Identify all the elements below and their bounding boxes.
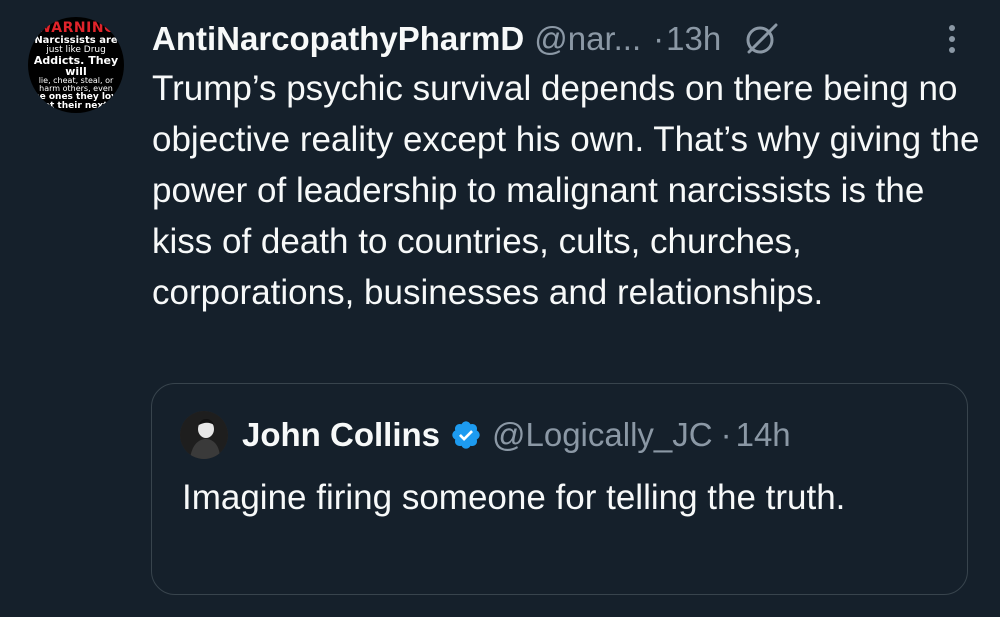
tweet-timestamp[interactable]: 13h bbox=[666, 20, 721, 58]
more-options-icon[interactable] bbox=[934, 20, 970, 58]
separator-dot: · bbox=[720, 416, 732, 453]
avatar-text-line: Addicts. They will bbox=[33, 54, 119, 78]
person-silhouette-icon bbox=[180, 411, 228, 459]
verified-badge-icon bbox=[452, 421, 480, 449]
author-display-name[interactable]: AntiNarcopathyPharmD bbox=[152, 20, 524, 58]
author-avatar[interactable]: WARNING Narcissists are just like Drug A… bbox=[28, 17, 124, 113]
grok-icon[interactable] bbox=[743, 20, 781, 58]
quoted-tweet-header: John Collins @Logically_JC · 14h bbox=[180, 410, 791, 460]
avatar-warning-text: WARNING bbox=[35, 20, 117, 36]
quoted-author-display-name[interactable]: John Collins bbox=[242, 416, 440, 454]
tweet[interactable]: WARNING Narcissists are just like Drug A… bbox=[0, 0, 1000, 617]
author-handle[interactable]: @nar... bbox=[534, 20, 641, 58]
quoted-author-avatar[interactable] bbox=[180, 411, 228, 459]
quoted-author-handle[interactable]: @Logically_JC bbox=[492, 416, 713, 454]
quoted-tweet[interactable]: John Collins @Logically_JC · 14h Imagine… bbox=[151, 383, 968, 595]
tweet-text: Trump’s psychic survival depends on ther… bbox=[152, 69, 980, 312]
separator-dot: · bbox=[653, 20, 665, 57]
avatar-text-line: get their next f bbox=[37, 101, 115, 111]
quoted-tweet-text: Imagine firing someone for telling the t… bbox=[182, 478, 846, 517]
tweet-header: AntiNarcopathyPharmD @nar... · 13h bbox=[152, 14, 970, 64]
quoted-tweet-timestamp[interactable]: 14h bbox=[736, 416, 791, 454]
